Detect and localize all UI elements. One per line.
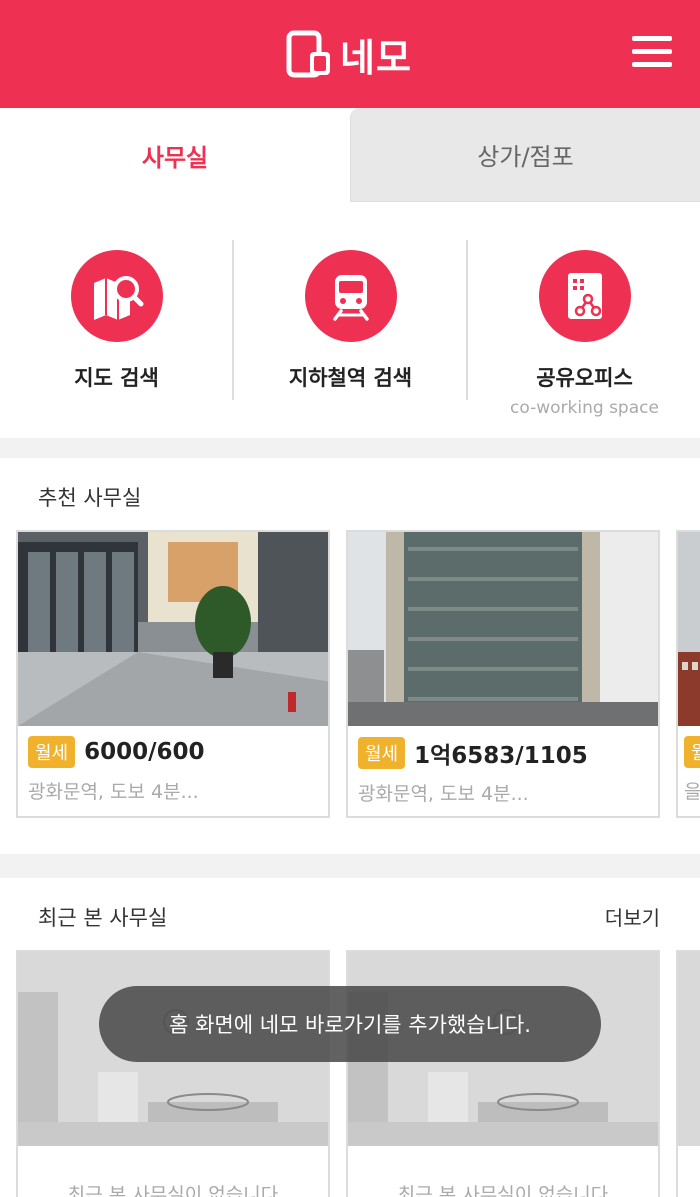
price-text: 1억6583/1105: [414, 743, 588, 769]
subway-search-button[interactable]: 지하철역 검색: [234, 240, 467, 420]
logo-text: 네모: [340, 35, 412, 80]
office-info: 월 을: [678, 726, 700, 804]
office-photo: [18, 532, 328, 726]
rent-type-badge: 월세: [28, 736, 76, 768]
tab-label: 상가/점포: [477, 143, 574, 171]
menu-bar: [632, 36, 672, 41]
section-title: 최근 본 사무실: [38, 906, 168, 930]
tab-office[interactable]: 사무실: [0, 108, 350, 202]
tab-store[interactable]: 상가/점포: [350, 108, 700, 202]
quick-label: 공유오피스: [536, 366, 633, 390]
app-logo[interactable]: 네모: [286, 30, 412, 80]
app-header: 네모: [0, 0, 700, 108]
empty-message: 최근 본 사무실이 없습니다: [397, 1184, 609, 1197]
map-search-button[interactable]: 지도 검색: [0, 240, 233, 420]
office-card[interactable]: 월 을: [676, 530, 700, 818]
quick-sublabel: co-working space: [510, 398, 659, 418]
price-row: 월세 1억6583/1105: [358, 736, 648, 770]
section-title: 추천 사무실: [38, 486, 142, 510]
location-text: 을: [684, 781, 700, 803]
quick-label: 지하철역 검색: [288, 366, 413, 390]
toast-message: 홈 화면에 네모 바로가기를 추가했습니다.: [99, 986, 601, 1062]
tab-label: 사무실: [141, 143, 209, 172]
menu-bar: [632, 62, 672, 67]
recommended-section: 추천 사무실 월세 6000/600 광화문역, 도보 4분... 월세 1억6…: [0, 458, 700, 854]
location-text: 광화문역, 도보 4분...: [28, 781, 199, 803]
price-row: 월: [684, 736, 700, 768]
office-card[interactable]: 월세 6000/600 광화문역, 도보 4분...: [16, 530, 330, 818]
more-link[interactable]: 더보기: [605, 902, 660, 931]
rent-type-badge: 월: [684, 736, 700, 768]
price-text: 6000/600: [84, 739, 205, 765]
menu-bar: [632, 49, 672, 54]
subway-icon: [304, 250, 397, 342]
rent-type-badge: 월세: [358, 737, 406, 769]
office-photo: [678, 532, 700, 726]
placeholder-photo: [678, 952, 700, 1146]
quick-label: 지도 검색: [74, 366, 159, 390]
hamburger-menu-button[interactable]: [632, 36, 680, 72]
office-info: 월세 6000/600 광화문역, 도보 4분...: [18, 726, 328, 804]
location-text: 광화문역, 도보 4분...: [358, 783, 529, 805]
office-photo: [348, 532, 658, 726]
nemo-logo-icon: [286, 30, 330, 78]
coworking-button[interactable]: 공유오피스 co-working space: [468, 240, 700, 420]
price-row: 월세 6000/600: [28, 736, 318, 768]
office-card[interactable]: 월세 1억6583/1105 광화문역, 도보 4분...: [346, 530, 660, 818]
empty-message: 최근 본 사무실이 없습니다: [67, 1184, 279, 1197]
office-info: 월세 1억6583/1105 광화문역, 도보 4분...: [348, 726, 658, 806]
recent-card[interactable]: [676, 950, 700, 1197]
quick-menu: 지도 검색 지하철역 검색 공유오피스 co-working space: [0, 202, 700, 438]
map-search-icon: [70, 250, 163, 342]
category-tabs: 상가/점포 사무실: [0, 108, 700, 202]
shared-office-icon: [538, 250, 631, 342]
